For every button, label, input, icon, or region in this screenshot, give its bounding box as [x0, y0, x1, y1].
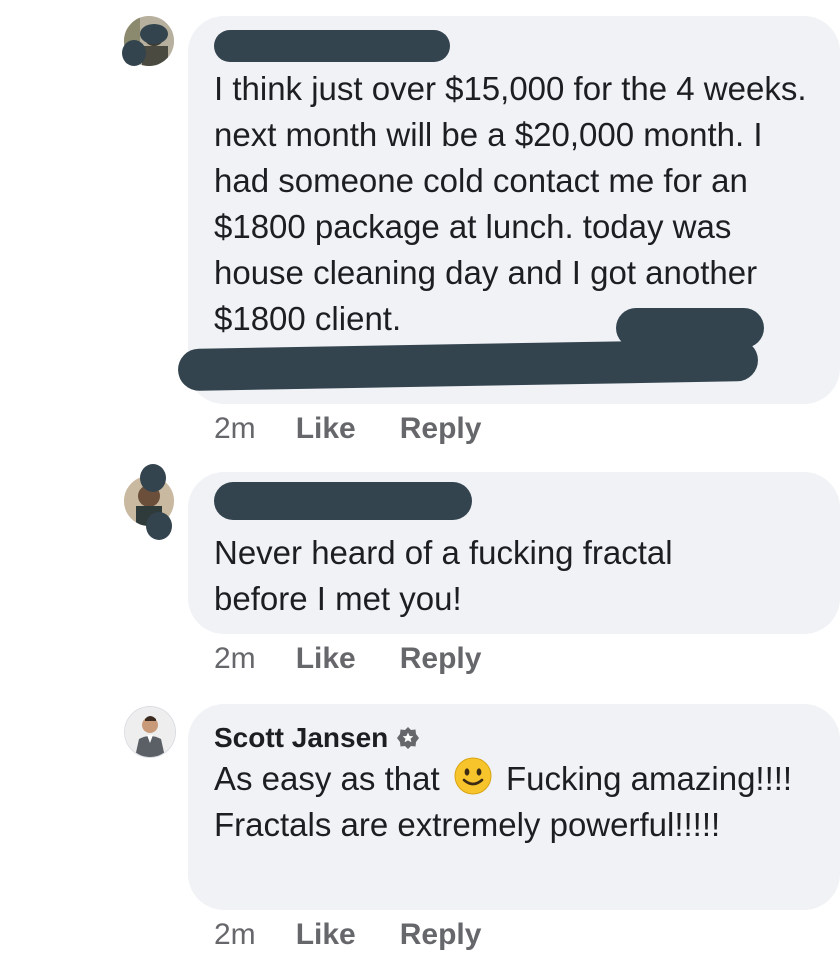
like-button[interactable]: Like — [296, 412, 356, 446]
author-name-redaction — [214, 30, 450, 62]
avatar-redaction — [146, 512, 172, 540]
avatar-redaction — [140, 464, 166, 492]
verified-badge-icon — [397, 727, 420, 749]
comment-actions: 2m Like Reply — [214, 642, 481, 676]
comment-bubble: Scott Jansen As easy as that Fucking ama… — [188, 704, 840, 910]
like-button[interactable]: Like — [296, 918, 356, 952]
author-name-redaction — [214, 482, 472, 520]
reply-button[interactable]: Reply — [400, 918, 482, 952]
like-button[interactable]: Like — [296, 642, 356, 676]
reply-button[interactable]: Reply — [400, 412, 482, 446]
avatar-photo-icon — [125, 707, 175, 757]
comment-actions: 2m Like Reply — [214, 412, 481, 446]
avatar-redaction — [140, 24, 168, 44]
avatar-redaction — [122, 40, 146, 66]
comment-text: I think just over $15,000 for the 4 week… — [214, 70, 807, 337]
author-name-label[interactable]: Scott Jansen — [214, 720, 388, 756]
slightly-smiling-face-icon — [454, 757, 492, 795]
reply-button[interactable]: Reply — [400, 642, 482, 676]
comment-text: As easy as that Fucking amazing!!!! Frac… — [214, 756, 794, 848]
comment-text-part: As easy as that — [214, 760, 440, 797]
comment-text: Never heard of a fucking fractal before … — [214, 534, 673, 617]
comment-timestamp: 2m — [214, 412, 256, 445]
comment-thread: I think just over $15,000 for the 4 week… — [0, 0, 840, 960]
comment-timestamp: 2m — [214, 918, 256, 951]
comment-actions: 2m Like Reply — [214, 918, 481, 952]
author-name[interactable]: Scott Jansen — [214, 720, 816, 756]
comment-timestamp: 2m — [214, 642, 256, 675]
commenter-avatar[interactable] — [124, 706, 176, 758]
